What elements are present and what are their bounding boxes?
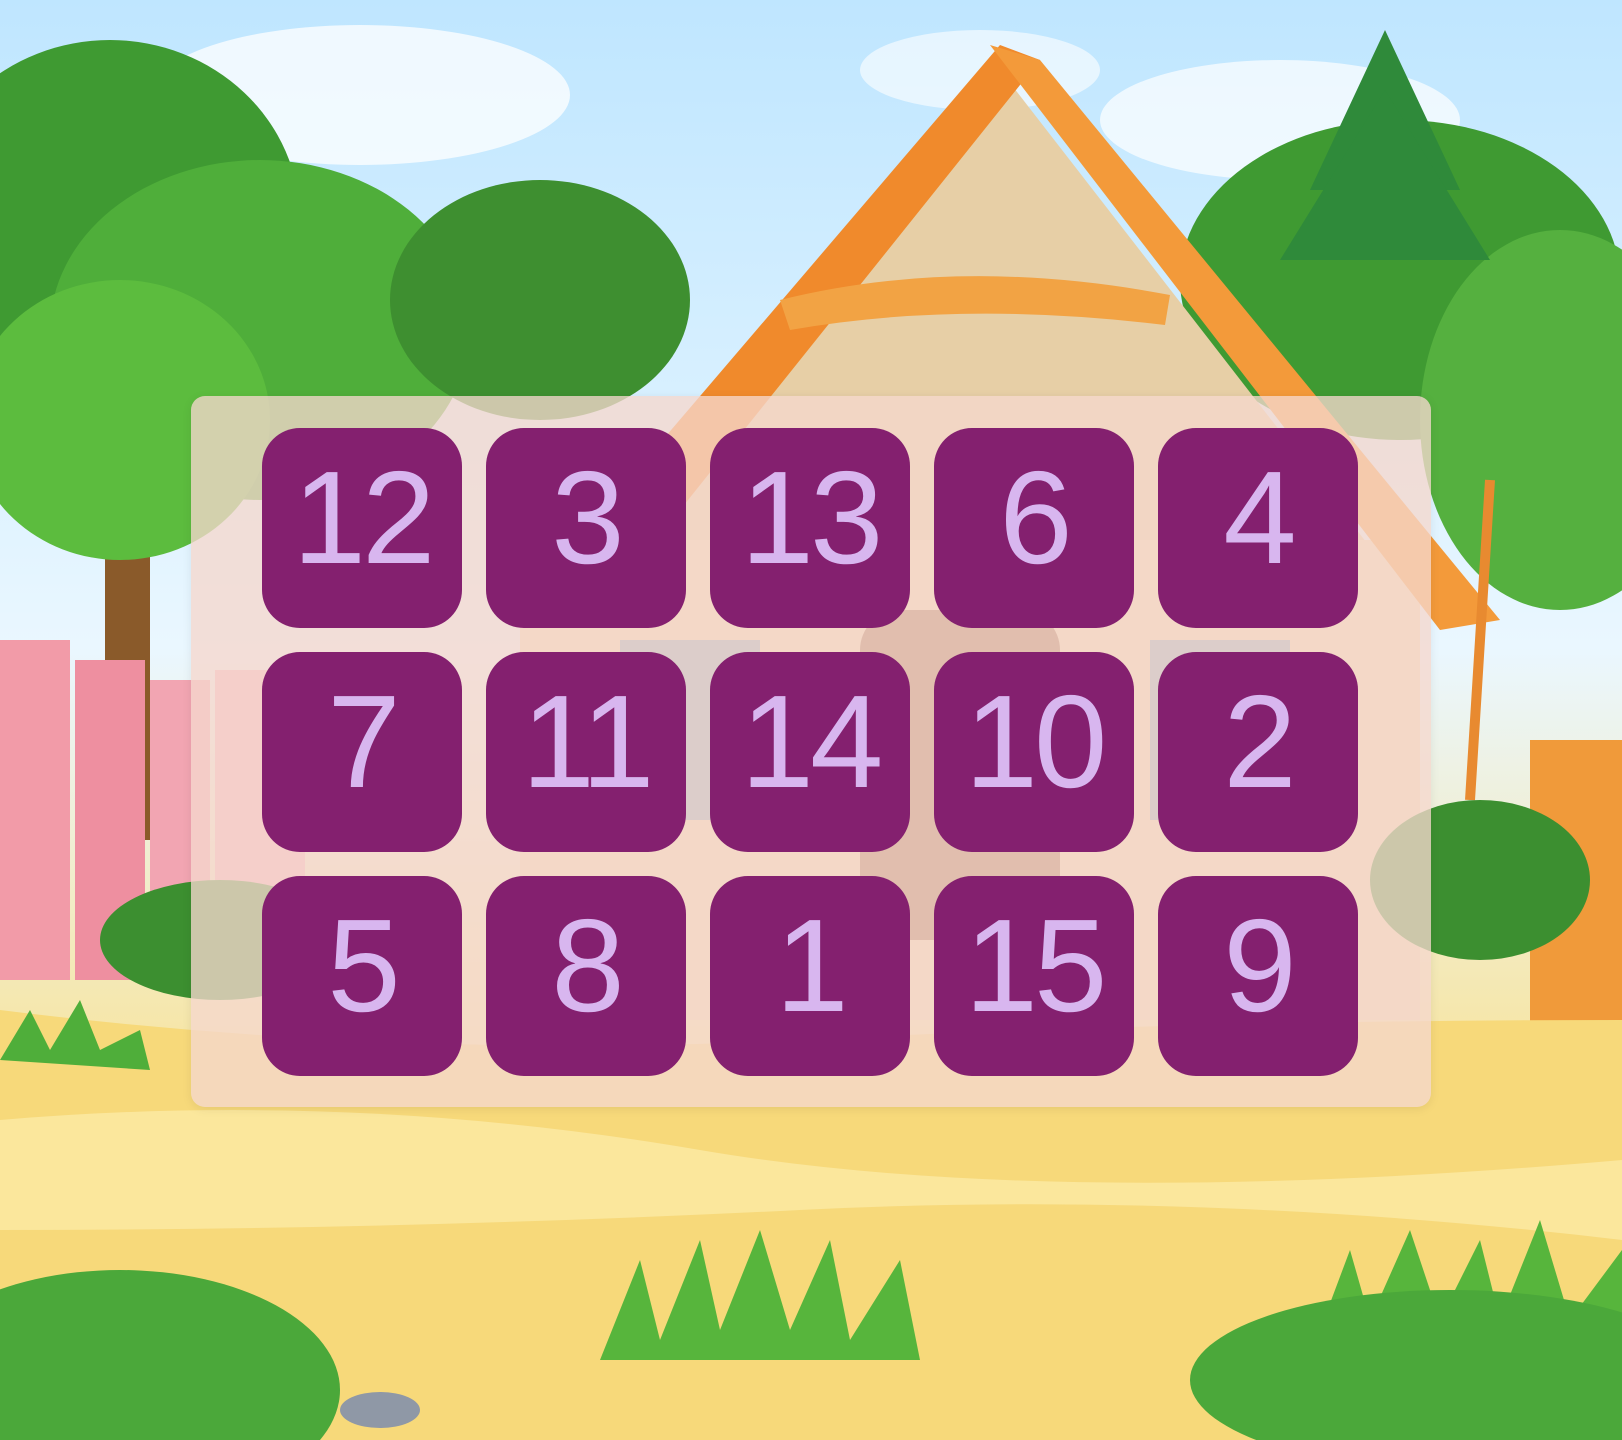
- tile-number: 3: [551, 444, 624, 591]
- tile-number: 2: [1223, 668, 1296, 815]
- puzzle-tile[interactable]: 12: [262, 428, 462, 628]
- puzzle-tile[interactable]: 11: [486, 652, 686, 852]
- puzzle-tile[interactable]: 9: [1158, 876, 1358, 1076]
- puzzle-tile[interactable]: 4: [1158, 428, 1358, 628]
- puzzle-tile[interactable]: 13: [710, 428, 910, 628]
- puzzle-tile[interactable]: 3: [486, 428, 686, 628]
- tile-number: 4: [1223, 444, 1296, 591]
- tile-number: 11: [521, 668, 654, 815]
- tile-number: 6: [999, 444, 1072, 591]
- game-scene: 12 3 13 6 4 7 11 14 10 2 5 8 1 15 9: [0, 0, 1622, 1440]
- puzzle-tile[interactable]: 2: [1158, 652, 1358, 852]
- puzzle-tile[interactable]: 5: [262, 876, 462, 1076]
- tile-number: 15: [964, 892, 1108, 1039]
- puzzle-tile[interactable]: 14: [710, 652, 910, 852]
- puzzle-tile[interactable]: 8: [486, 876, 686, 1076]
- tile-number: 8: [551, 892, 624, 1039]
- tile-number: 14: [740, 668, 884, 815]
- puzzle-tile[interactable]: 7: [262, 652, 462, 852]
- tile-number: 12: [292, 444, 436, 591]
- puzzle-tile[interactable]: 6: [934, 428, 1134, 628]
- puzzle-tile[interactable]: 15: [934, 876, 1134, 1076]
- puzzle-board: 12 3 13 6 4 7 11 14 10 2 5 8 1 15 9: [191, 396, 1431, 1107]
- tile-number: 1: [775, 892, 848, 1039]
- tile-number: 13: [740, 444, 884, 591]
- tile-number: 7: [327, 668, 400, 815]
- tile-number: 5: [327, 892, 400, 1039]
- puzzle-tile[interactable]: 10: [934, 652, 1134, 852]
- tile-number: 10: [964, 668, 1108, 815]
- tile-number: 9: [1223, 892, 1296, 1039]
- puzzle-tile[interactable]: 1: [710, 876, 910, 1076]
